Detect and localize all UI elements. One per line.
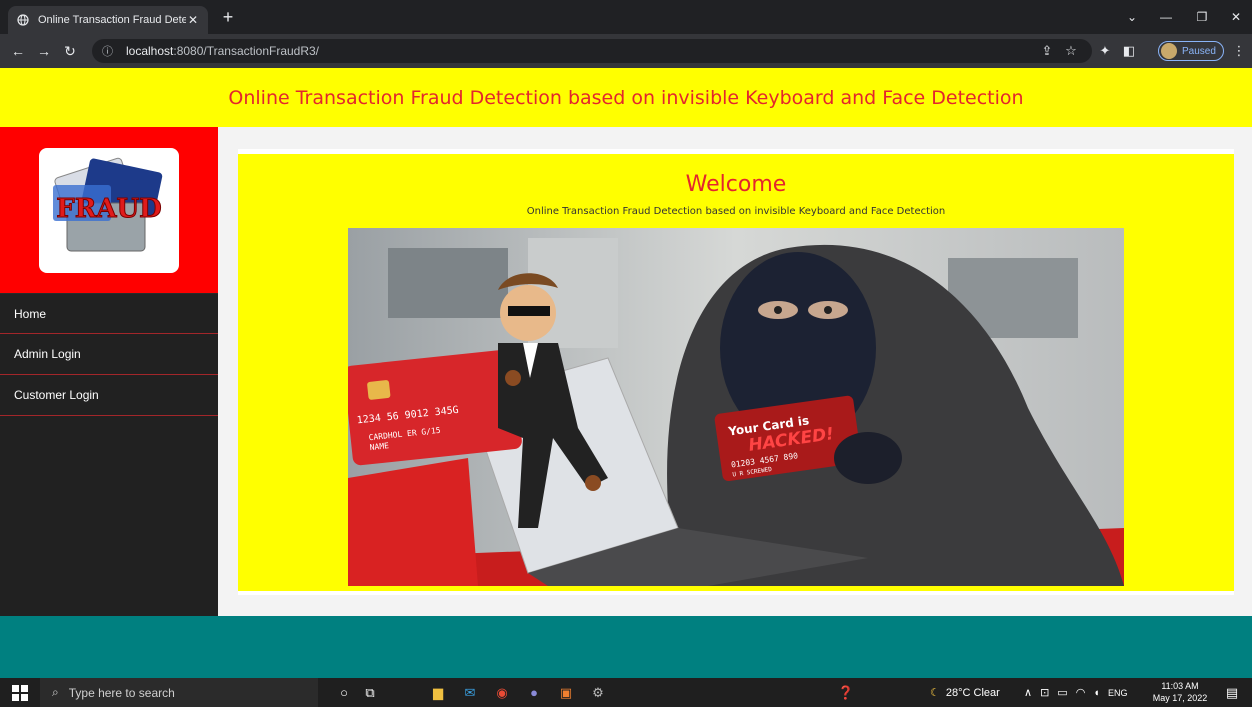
mail-icon[interactable]: ✉ — [456, 678, 484, 707]
sidebar-item-admin-login[interactable]: Admin Login — [0, 334, 218, 375]
info-icon[interactable]: ⓘ — [102, 43, 118, 59]
weather-text: 28°C Clear — [945, 686, 1000, 699]
tray-icons: ∧ ⊡ ▭ ◠ ◖ ENG — [1024, 678, 1127, 707]
back-icon[interactable]: ← — [6, 34, 30, 68]
taskbar-search-input[interactable]: ⌕ Type here to search — [40, 678, 318, 707]
forward-icon[interactable]: → — [32, 34, 56, 68]
show-hidden-icons-icon[interactable]: ∧ — [1024, 686, 1032, 699]
reload-icon[interactable]: ↻ — [58, 34, 82, 68]
globe-icon — [16, 13, 30, 27]
volume-icon[interactable]: ◖ — [1093, 687, 1100, 699]
cortana-icon[interactable]: ○ — [330, 678, 358, 707]
notifications-icon[interactable]: ▤ — [1218, 678, 1246, 707]
share-icon[interactable]: ⇪ — [1036, 34, 1058, 68]
page-title: Online Transaction Fraud Detection based… — [228, 86, 1024, 109]
sidebar-item-home[interactable]: Home — [0, 293, 218, 334]
moon-icon: ☾ — [930, 687, 940, 699]
address-bar[interactable]: ⓘ localhost:8080/TransactionFraudR3/ — [92, 39, 1092, 63]
side-panel-icon[interactable]: ◧ — [1118, 34, 1140, 68]
browser-tab[interactable]: Online Transaction Fraud Detectio ✕ — [8, 6, 208, 34]
file-explorer-icon[interactable]: ▆ — [424, 678, 452, 707]
logo-panel: FRAUD — [0, 127, 218, 293]
taskbar: ⌕ Type here to search ○ ⧉ ▆ ✉ ◉ ● ▣ ⚙ ❓ … — [0, 678, 1252, 707]
clock-time: 11:03 AM — [1161, 681, 1199, 691]
close-window-icon[interactable]: ✕ — [1216, 0, 1252, 34]
new-tab-button[interactable]: + — [218, 8, 238, 28]
url-path: :8080/TransactionFraudR3/ — [173, 44, 320, 58]
settings-gear-icon[interactable]: ⚙ — [584, 678, 612, 707]
minimize-icon[interactable]: — — [1146, 0, 1186, 34]
page-header: Online Transaction Fraud Detection based… — [0, 68, 1252, 127]
app-icon[interactable]: ● — [520, 678, 548, 707]
browser-tab-bar: Online Transaction Fraud Detectio ✕ + ⌄ … — [0, 0, 1252, 34]
bookmark-star-icon[interactable]: ☆ — [1060, 34, 1082, 68]
wifi-icon[interactable]: ◠ — [1076, 686, 1086, 699]
web-page: Online Transaction Fraud Detection based… — [0, 68, 1252, 678]
language-indicator[interactable]: ENG — [1108, 688, 1128, 698]
profile-button[interactable]: Paused — [1158, 41, 1224, 61]
chrome-icon[interactable]: ◉ — [488, 678, 516, 707]
battery-icon[interactable]: ▭ — [1057, 686, 1067, 699]
welcome-card: Welcome Online Transaction Fraud Detecti… — [238, 149, 1234, 595]
network-icon[interactable]: ⊡ — [1040, 686, 1049, 699]
tab-title: Online Transaction Fraud Detectio — [38, 14, 186, 26]
clock-date: May 17, 2022 — [1152, 693, 1208, 703]
task-view-icon[interactable]: ⧉ — [356, 678, 384, 707]
welcome-heading: Welcome — [685, 172, 787, 197]
browser-toolbar: ← → ↻ ⓘ localhost:8080/TransactionFraudR… — [0, 34, 1252, 68]
sidebar: FRAUD Home Admin Login Customer Login — [0, 127, 218, 616]
logo-text: FRAUD — [56, 194, 161, 224]
search-placeholder: Type here to search — [68, 685, 175, 700]
page-footer — [0, 616, 1252, 678]
avatar — [1161, 43, 1177, 59]
sidebar-item-customer-login[interactable]: Customer Login — [0, 375, 218, 416]
welcome-panel: Welcome Online Transaction Fraud Detecti… — [238, 154, 1234, 591]
search-icon: ⌕ — [52, 685, 59, 699]
xampp-icon[interactable]: ▣ — [552, 678, 580, 707]
weather-widget[interactable]: ☾ 28°C Clear — [930, 678, 1000, 707]
url-host: localhost — [126, 44, 174, 58]
windows-start-icon[interactable] — [12, 685, 28, 701]
close-tab-icon[interactable]: ✕ — [186, 13, 200, 27]
extensions-puzzle-icon[interactable]: ✦ — [1094, 34, 1116, 68]
profile-status: Paused — [1182, 45, 1216, 57]
fraud-logo: FRAUD — [39, 147, 179, 273]
welcome-subtitle: Online Transaction Fraud Detection based… — [526, 206, 946, 217]
main-content: Welcome Online Transaction Fraud Detecti… — [218, 127, 1252, 616]
help-icon[interactable]: ❓ — [832, 678, 860, 707]
system-clock[interactable]: 11:03 AM May 17, 2022 — [1152, 680, 1208, 704]
hero-image: Your Card is HACKED! 01203 4567 890 U R … — [348, 228, 1124, 586]
menu-kebab-icon[interactable]: ⋮ — [1228, 34, 1250, 68]
